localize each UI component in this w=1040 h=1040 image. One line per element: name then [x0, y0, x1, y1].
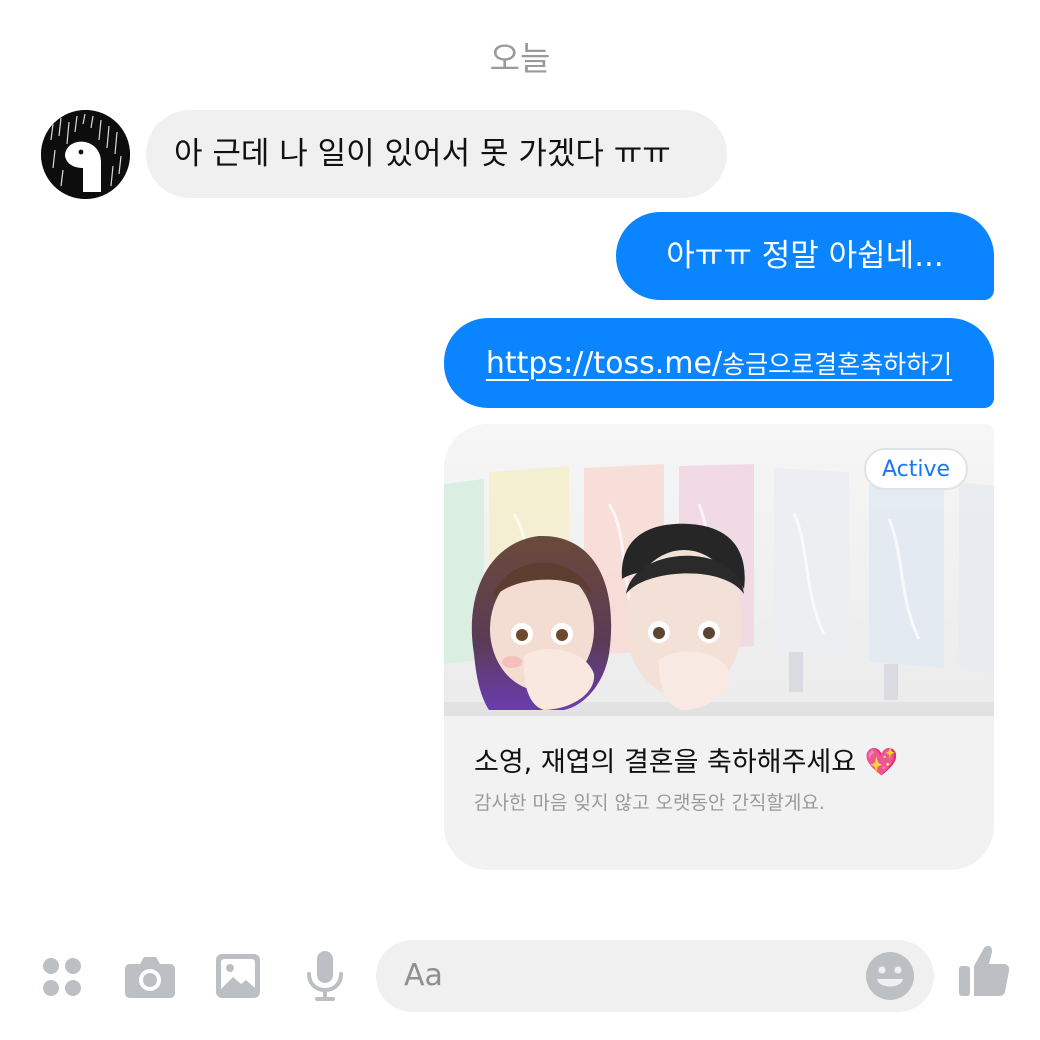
incoming-message-bubble[interactable]: 아 근데 나 일이 있어서 못 가겠다 ㅠㅠ [146, 110, 727, 198]
message-input[interactable]: Aa [376, 940, 934, 1012]
memoji-female [471, 535, 612, 710]
microphone-icon[interactable] [305, 950, 345, 1002]
outgoing-message-bubble[interactable]: 아ㅠㅠ 정말 아쉽네... [616, 212, 994, 300]
card-title-text: 소영, 재엽의 결혼을 축하해주세요 [474, 747, 857, 778]
dino-avatar-icon [41, 110, 130, 199]
outgoing-link-bubble[interactable]: https://toss.me/송금으로결혼축하하기 [444, 318, 994, 408]
sparkling-heart-icon: 💖 [864, 747, 899, 778]
message-text: 아 근데 나 일이 있어서 못 가겠다 ㅠㅠ [174, 135, 671, 172]
message-link[interactable]: https://toss.me/송금으로결혼축하하기 [486, 348, 952, 379]
card-title: 소영, 재엽의 결혼을 축하해주세요 💖 [474, 740, 898, 779]
thumbs-up-icon[interactable] [958, 944, 1010, 998]
date-separator: 오늘 [489, 39, 551, 78]
active-status-badge: Active [864, 448, 968, 490]
message-input-placeholder: Aa [404, 958, 443, 993]
emoji-icon[interactable] [865, 951, 915, 1001]
contact-avatar[interactable] [41, 110, 130, 199]
camera-icon[interactable] [124, 952, 176, 1000]
card-subtitle: 감사한 마음 잊지 않고 오랫동안 간직할게요. [474, 792, 825, 814]
image-icon[interactable] [215, 953, 261, 999]
message-text: 아ㅠㅠ 정말 아쉽네... [666, 237, 944, 274]
link-host: https://toss.me/ [485, 345, 723, 381]
link-preview-image: Active [444, 424, 994, 716]
link-path: 송금으로결혼축하하기 [722, 349, 953, 379]
link-preview-card[interactable]: Active 소영, 재엽의 결혼을 축하해주세요 💖 감사한 마음 잊지 않고… [444, 424, 994, 870]
apps-icon[interactable] [40, 955, 84, 999]
chat-screen: 오늘 아 근데 나 일이 있어서 못 가겠다 ㅠㅠ 아ㅠㅠ 정말 아쉽네... … [0, 0, 1040, 1040]
